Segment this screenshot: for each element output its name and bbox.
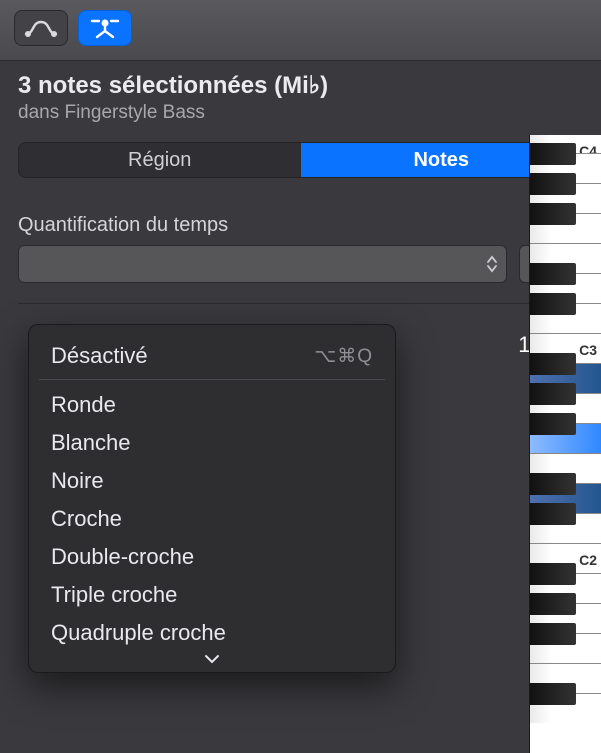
piano-key[interactable] bbox=[530, 513, 601, 543]
piano-black-key[interactable] bbox=[530, 683, 576, 705]
piano-key[interactable] bbox=[530, 693, 601, 723]
octave-label: C2 bbox=[579, 552, 597, 568]
menu-item-thirtysecond[interactable]: Triple croche bbox=[29, 576, 395, 614]
piano-key[interactable] bbox=[530, 303, 601, 333]
quantize-menu: Désactivé ⌥⌘Q Ronde Blanche Noire Croche… bbox=[28, 324, 396, 673]
piano-key[interactable] bbox=[530, 633, 601, 663]
divider bbox=[18, 303, 583, 304]
menu-item-sixtyfourth[interactable]: Quadruple croche bbox=[29, 614, 395, 652]
piano-key[interactable] bbox=[530, 423, 601, 453]
piano-black-key[interactable] bbox=[530, 203, 576, 225]
piano-black-key[interactable] bbox=[530, 473, 576, 495]
quantize-label: Quantification du temps bbox=[18, 214, 583, 237]
menu-more[interactable] bbox=[29, 652, 395, 670]
menu-item-label: Blanche bbox=[51, 430, 131, 456]
piano-black-key[interactable] bbox=[530, 263, 576, 285]
tab-segmented-control: Région Notes bbox=[18, 142, 583, 178]
piano-black-key[interactable] bbox=[530, 383, 576, 405]
piano-black-key[interactable] bbox=[530, 353, 576, 375]
menu-item-label: Désactivé bbox=[51, 343, 148, 369]
piano-black-key[interactable] bbox=[530, 563, 576, 585]
piano-black-key[interactable] bbox=[530, 503, 576, 525]
menu-separator bbox=[39, 379, 385, 380]
menu-item-eighth[interactable]: Croche bbox=[29, 500, 395, 538]
menu-shortcut: ⌥⌘Q bbox=[314, 345, 373, 368]
octave-label: C3 bbox=[579, 342, 597, 358]
menu-item-label: Triple croche bbox=[51, 582, 177, 608]
menu-item-label: Croche bbox=[51, 506, 122, 532]
piano-black-key[interactable] bbox=[530, 293, 576, 315]
menu-item-off[interactable]: Désactivé ⌥⌘Q bbox=[29, 337, 395, 375]
chevron-down-icon bbox=[204, 654, 220, 664]
menu-item-quarter[interactable]: Noire bbox=[29, 462, 395, 500]
menu-item-half[interactable]: Blanche bbox=[29, 424, 395, 462]
tab-region[interactable]: Région bbox=[19, 143, 301, 177]
toolbar bbox=[0, 0, 601, 61]
menu-item-sixteenth[interactable]: Double-croche bbox=[29, 538, 395, 576]
selection-title: 3 notes sélectionnées (Mi♭) bbox=[18, 71, 583, 100]
midi-draw-tool-button[interactable] bbox=[78, 10, 132, 46]
piano-black-key[interactable] bbox=[530, 623, 576, 645]
piano-black-key[interactable] bbox=[530, 173, 576, 195]
piano-key[interactable] bbox=[530, 213, 601, 243]
automation-curve-icon bbox=[24, 18, 58, 38]
piano-black-key[interactable] bbox=[530, 413, 576, 435]
piano-black-key[interactable] bbox=[530, 593, 576, 615]
menu-item-label: Double-croche bbox=[51, 544, 194, 570]
menu-item-label: Quadruple croche bbox=[51, 620, 226, 646]
selection-subtitle: dans Fingerstyle Bass bbox=[18, 102, 583, 124]
header: 3 notes sélectionnées (Mi♭) dans Fingers… bbox=[0, 61, 601, 136]
midi-draw-icon bbox=[88, 17, 122, 39]
menu-item-label: Ronde bbox=[51, 392, 116, 418]
menu-item-label: Noire bbox=[51, 468, 104, 494]
piano-black-key[interactable] bbox=[530, 143, 576, 165]
stepper-icon bbox=[486, 255, 498, 273]
menu-item-whole[interactable]: Ronde bbox=[29, 386, 395, 424]
piano-keyboard[interactable]: C4 C3 C2 bbox=[529, 135, 601, 753]
automation-tool-button[interactable] bbox=[14, 10, 68, 46]
quantize-dropdown[interactable] bbox=[18, 245, 507, 283]
